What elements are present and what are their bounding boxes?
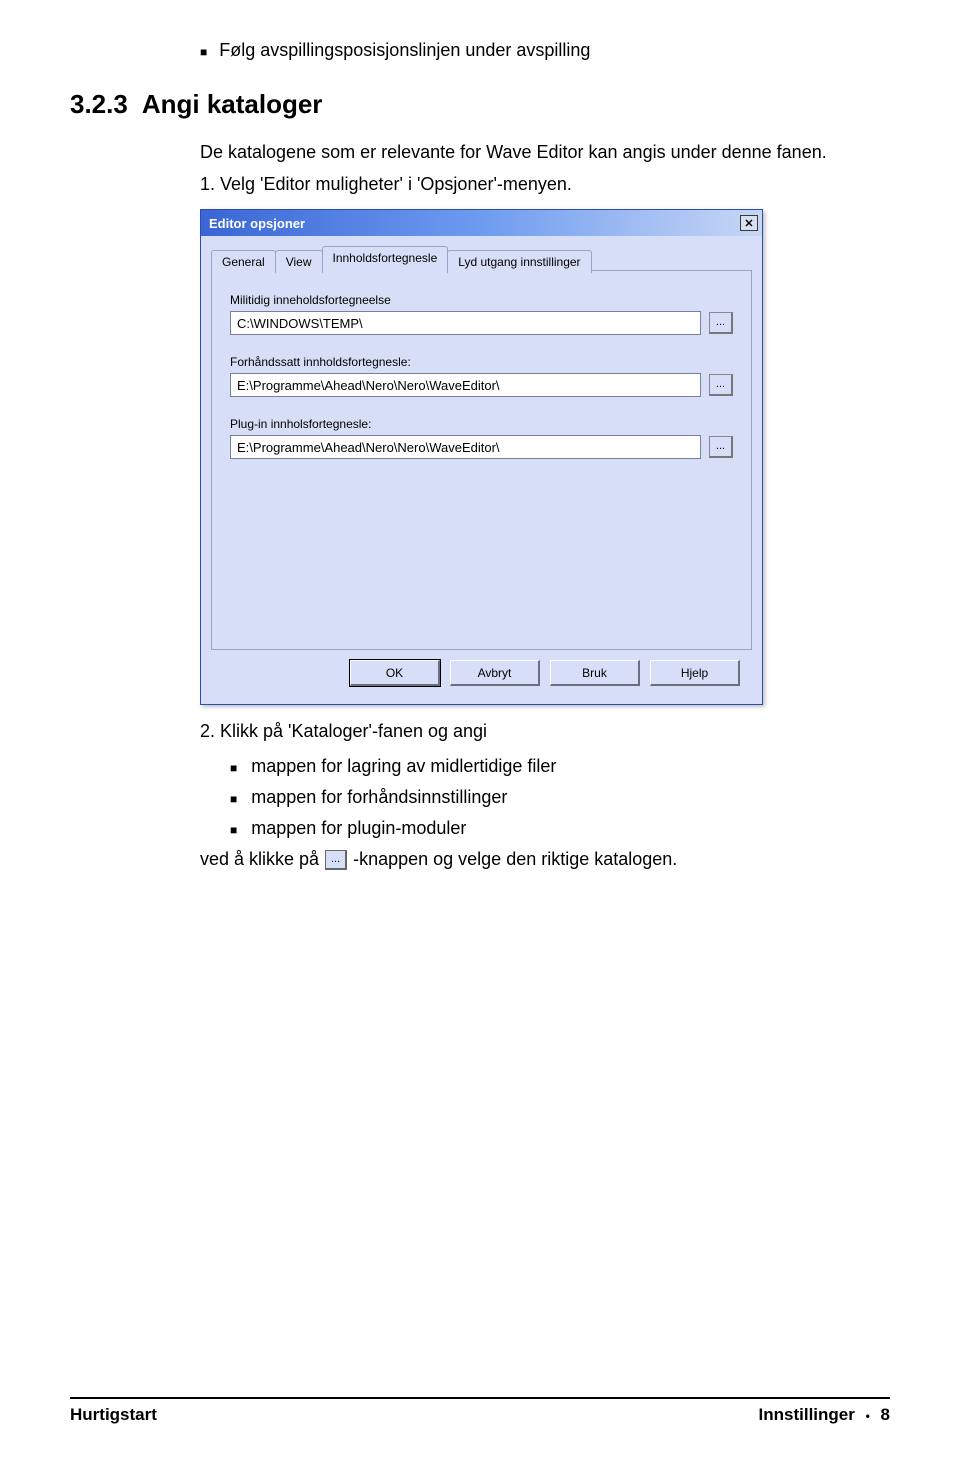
step-2: 2. Klikk på 'Kataloger'-fanen og angi (200, 721, 890, 742)
page-footer: Hurtigstart Innstillinger • 8 (70, 1389, 890, 1425)
ok-button[interactable]: OK (350, 660, 440, 686)
close-icon: ✕ (744, 217, 753, 230)
closing-pre: ved å klikke på (200, 849, 319, 870)
help-button[interactable]: Hjelp (650, 660, 740, 686)
sub-bullet-1: ■ mappen for lagring av midlertidige fil… (230, 756, 890, 777)
plugin-dir-browse-button[interactable]: ... (709, 436, 733, 458)
heading-title: Angi kataloger (142, 89, 323, 119)
closing-line: ved å klikke på ... -knappen og velge de… (200, 849, 890, 870)
preset-dir-browse-button[interactable]: ... (709, 374, 733, 396)
dialog-titlebar: Editor opsjoner ✕ (201, 210, 762, 236)
tab-view[interactable]: View (275, 250, 323, 273)
plugin-dir-row: E:\Programme\Ahead\Nero\Nero\WaveEditor\… (230, 435, 733, 459)
dialog-button-row: OK Avbryt Bruk Hjelp (211, 650, 752, 690)
tab-general[interactable]: General (211, 250, 276, 273)
intro-text: De katalogene som er relevante for Wave … (200, 140, 890, 164)
temp-dir-browse-button[interactable]: ... (709, 312, 733, 334)
step-1: 1. Velg 'Editor muligheter' i 'Opsjoner'… (200, 174, 890, 195)
tab-innhold[interactable]: Innholdsfortegnesle (322, 246, 449, 271)
apply-button[interactable]: Bruk (550, 660, 640, 686)
footer-left: Hurtigstart (70, 1405, 157, 1425)
preset-dir-row: E:\Programme\Ahead\Nero\Nero\WaveEditor\… (230, 373, 733, 397)
top-bullet-text: Følg avspillingsposisjonslinjen under av… (219, 40, 590, 61)
dialog-body: General View Innholdsfortegnesle Lyd utg… (201, 236, 762, 704)
footer-rule (70, 1397, 890, 1399)
footer-right: Innstillinger • 8 (759, 1405, 890, 1425)
tab-lyd[interactable]: Lyd utgang innstillinger (447, 250, 591, 273)
bullet-square-icon: ■ (200, 45, 207, 59)
inline-browse-icon: ... (325, 850, 347, 870)
sub-bullet-1-text: mappen for lagring av midlertidige filer (251, 756, 556, 777)
dialog-tabs: General View Innholdsfortegnesle Lyd utg… (211, 246, 752, 271)
footer-bullet-icon: • (866, 1409, 870, 1423)
preset-dir-label: Forhåndssatt innholdsfortegnesle: (230, 355, 733, 369)
footer-section: Innstillinger (759, 1405, 855, 1424)
sub-bullet-2-text: mappen for forhåndsinnstillinger (251, 787, 507, 808)
bullet-square-icon: ■ (230, 792, 237, 806)
temp-dir-row: C:\WINDOWS\TEMP\ ... (230, 311, 733, 335)
footer-page-number: 8 (881, 1405, 890, 1424)
editor-options-dialog: Editor opsjoner ✕ General View Innholdsf… (200, 209, 763, 705)
temp-dir-label: Militidig inneholdsfortegneelse (230, 293, 733, 307)
sub-bullet-3: ■ mappen for plugin-moduler (230, 818, 890, 839)
plugin-dir-input[interactable]: E:\Programme\Ahead\Nero\Nero\WaveEditor\ (230, 435, 701, 459)
bullet-square-icon: ■ (230, 823, 237, 837)
closing-post: -knappen og velge den riktige katalogen. (353, 849, 677, 870)
heading-number: 3.2.3 (70, 89, 128, 119)
close-button[interactable]: ✕ (740, 215, 758, 231)
cancel-button[interactable]: Avbryt (450, 660, 540, 686)
dialog-title: Editor opsjoner (209, 216, 305, 231)
preset-dir-input[interactable]: E:\Programme\Ahead\Nero\Nero\WaveEditor\ (230, 373, 701, 397)
section-heading: 3.2.3 Angi kataloger (70, 89, 890, 120)
tab-panel-innhold: Militidig inneholdsfortegneelse C:\WINDO… (211, 270, 752, 650)
sub-bullet-2: ■ mappen for forhåndsinnstillinger (230, 787, 890, 808)
top-bullet: ■ Følg avspillingsposisjonslinjen under … (200, 40, 890, 61)
temp-dir-input[interactable]: C:\WINDOWS\TEMP\ (230, 311, 701, 335)
bullet-square-icon: ■ (230, 761, 237, 775)
sub-bullet-3-text: mappen for plugin-moduler (251, 818, 466, 839)
plugin-dir-label: Plug-in innholsfortegnesle: (230, 417, 733, 431)
